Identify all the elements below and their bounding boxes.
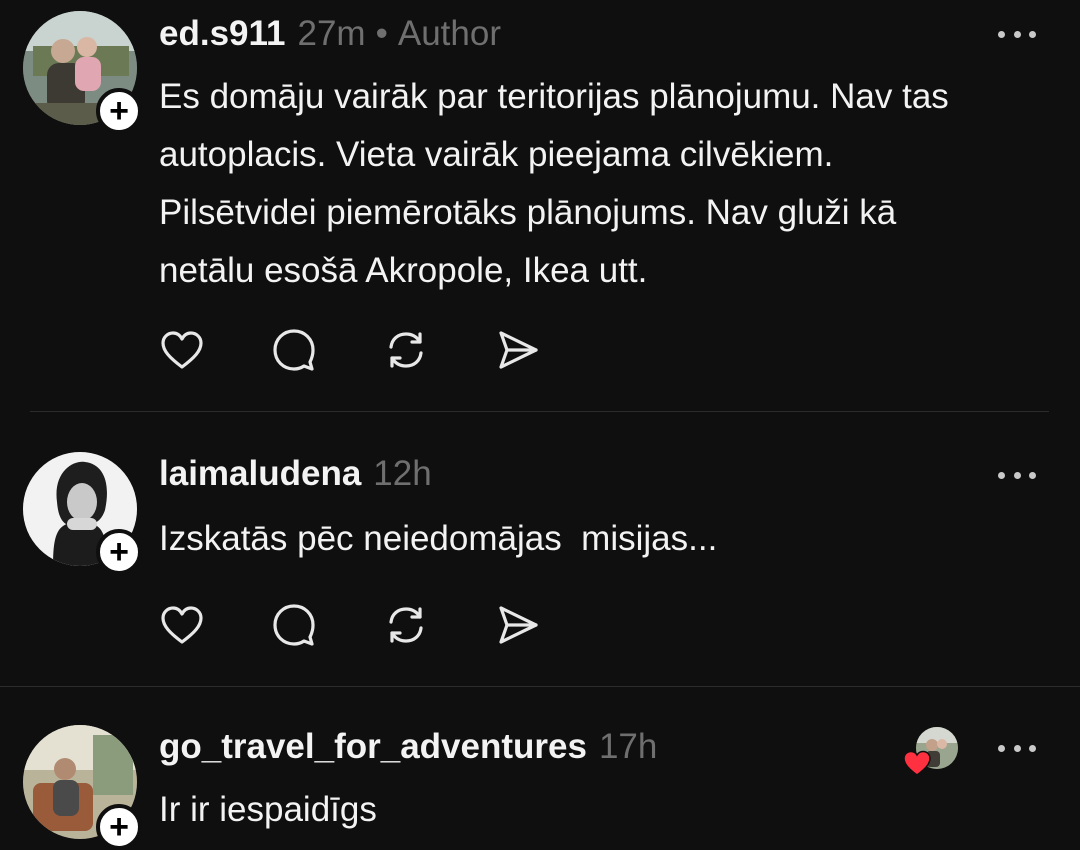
username[interactable]: laimaludena — [159, 454, 361, 494]
timestamp: 17h — [598, 727, 658, 766]
comment-text: Izskatās pēc neiedomājas misijas... — [159, 510, 1059, 568]
more-options-icon[interactable] — [998, 469, 1036, 481]
follow-plus-icon[interactable]: + — [96, 529, 142, 575]
more-options-icon[interactable] — [998, 742, 1036, 754]
comment-text-line: Es domāju vairāk par teritorijas plānoju… — [159, 77, 949, 116]
more-options-icon[interactable] — [998, 28, 1036, 40]
comment-item: + ed.s911 27m • Author Es domāju vairāk … — [0, 0, 1080, 412]
action-bar — [159, 602, 607, 648]
comment-text-line: Ir ir iespaidīgs — [159, 790, 377, 829]
share-icon[interactable] — [495, 602, 541, 648]
comment-text: Ir ir iespaidīgs — [159, 781, 1059, 839]
heart-icon[interactable] — [159, 327, 205, 373]
repost-icon[interactable] — [383, 602, 429, 648]
comment-icon[interactable] — [271, 602, 317, 648]
comment-header: laimaludena 12h — [159, 454, 432, 494]
repost-icon[interactable] — [383, 327, 429, 373]
comment-text-line: Izskatās pēc neiedomājas misijas... — [159, 519, 718, 558]
comment-item: + go_travel_for_adventures 17h Ir ir ies… — [0, 687, 1080, 850]
author-badge: Author — [397, 14, 501, 53]
comment-header: go_travel_for_adventures 17h — [159, 727, 657, 767]
comment-text: Es domāju vairāk par teritorijas plānoju… — [159, 68, 1059, 300]
heart-icon[interactable] — [159, 602, 205, 648]
action-bar — [159, 327, 607, 373]
comment-text-line: netālu esošā Akropole, Ikea utt. — [159, 251, 648, 290]
comment-text-line: autoplacis. Vieta vairāk pieejama cilvēk… — [159, 135, 834, 174]
heart-icon — [903, 750, 931, 776]
timestamp: 12h — [373, 454, 432, 493]
follow-plus-icon[interactable]: + — [96, 88, 142, 134]
username[interactable]: ed.s911 — [159, 14, 286, 54]
comment-header: ed.s911 27m • Author — [159, 14, 501, 54]
comment-item: + laimaludena 12h Izskatās pēc neiedomāj… — [0, 412, 1080, 686]
comment-text-line: Pilsētvidei piemērotāks plānojums. Nav g… — [159, 193, 897, 232]
follow-plus-icon[interactable]: + — [96, 804, 142, 850]
separator: • — [375, 14, 388, 53]
timestamp: 27m — [297, 14, 366, 53]
username[interactable]: go_travel_for_adventures — [159, 727, 587, 767]
share-icon[interactable] — [495, 327, 541, 373]
comment-icon[interactable] — [271, 327, 317, 373]
